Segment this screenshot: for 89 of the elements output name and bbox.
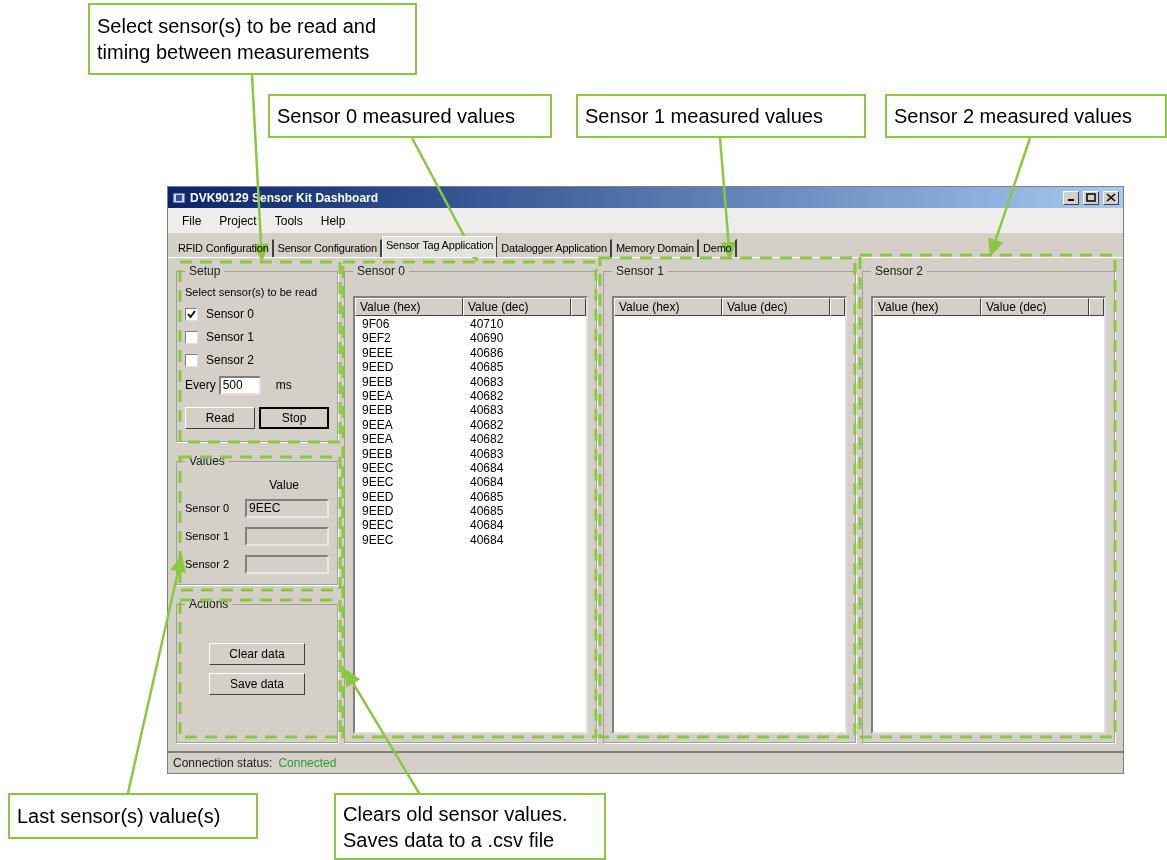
table-cell-text: 9EEB <box>361 403 394 418</box>
close-button[interactable] <box>1103 190 1119 205</box>
group-title: Setup <box>188 263 222 280</box>
checkbox-label: Sensor 2 <box>206 352 255 369</box>
table-cell-text: 9EEC <box>361 518 395 533</box>
table-cell-text: 40684 <box>469 475 505 490</box>
status-label: Connection status: <box>173 755 273 772</box>
menu-item[interactable]: Tools <box>268 211 309 230</box>
callout-text: Sensor 1 measured values <box>585 104 824 129</box>
table-cell-text: 9EEC <box>361 475 395 490</box>
sensor-label: Sensor 0 <box>185 500 230 516</box>
column-header[interactable] <box>1089 298 1104 316</box>
callout-text: timing between measurements <box>97 40 371 65</box>
maximize-button[interactable] <box>1083 190 1099 205</box>
table-cell-text: 9EEA <box>361 388 394 404</box>
group-title: Actions <box>188 596 230 613</box>
callout-text: Saves data to a .csv file <box>343 827 556 853</box>
checkbox[interactable] <box>185 353 198 367</box>
value-field: 9EEC <box>245 498 329 518</box>
callout-text: Clears old sensor values. <box>343 801 569 827</box>
table-cell-text: 9EED <box>361 360 395 375</box>
tab[interactable]: Sensor Tag Application <box>381 236 498 257</box>
sensor-label: Sensor 1 <box>185 528 230 544</box>
push-button[interactable]: Read <box>185 406 255 429</box>
table-cell-text: 40685 <box>469 360 505 375</box>
menu-item[interactable]: Project <box>213 211 263 230</box>
table-cell-text: 9F06 <box>361 317 391 332</box>
column-header[interactable]: Value (hex) <box>355 298 463 316</box>
column-header: Value <box>268 477 300 494</box>
unit-label: ms <box>275 377 292 394</box>
status-value: Connected <box>278 755 337 772</box>
table-cell-text: 9EF2 <box>361 331 392 346</box>
table-cell-text: 40683 <box>469 446 505 461</box>
menu-item[interactable]: File <box>176 211 208 230</box>
checkbox[interactable] <box>185 330 198 344</box>
tab[interactable]: Memory Domain <box>611 239 699 257</box>
table-cell-text: 40684 <box>469 532 505 548</box>
minimize-button[interactable] <box>1063 190 1079 205</box>
group-title: Sensor 2 <box>874 263 925 280</box>
table-cell-text: 9EED <box>361 504 395 519</box>
table-cell-text: 40683 <box>469 403 505 418</box>
maximize-icon <box>1086 193 1096 202</box>
table-cell-text: 40684 <box>469 460 505 476</box>
group-title: Sensor 0 <box>356 263 407 280</box>
table-cell-text: 9EED <box>361 489 395 505</box>
callout-text: Select sensor(s) to be read and <box>97 14 378 39</box>
table-cell-text: 40686 <box>469 345 505 361</box>
push-button[interactable]: Save data <box>209 673 305 695</box>
column-header[interactable]: Value (dec) <box>981 298 1089 316</box>
push-button[interactable]: Stop <box>259 406 329 429</box>
column-header[interactable] <box>830 298 845 316</box>
menu-item[interactable]: Help <box>314 211 352 230</box>
callout-text: Last sensor(s) value(s) <box>17 804 222 829</box>
table-cell-text: 40684 <box>469 518 505 533</box>
table-cell-text: 40682 <box>469 417 505 433</box>
column-header[interactable]: Value (dec) <box>722 298 830 316</box>
callout-text: Sensor 0 measured values <box>277 104 516 129</box>
table-cell-text: 9EEA <box>361 417 394 433</box>
table-cell-text: 40690 <box>469 331 505 346</box>
table-cell-text: 40683 <box>469 374 505 389</box>
sensor-label: Sensor 2 <box>185 556 230 572</box>
callout-text: Sensor 2 measured values <box>894 104 1133 129</box>
column-header[interactable]: Value (dec) <box>463 298 571 316</box>
checkbox[interactable] <box>185 307 198 321</box>
interval-label: Every <box>185 377 216 394</box>
table-cell-text: 40682 <box>469 388 505 404</box>
table-cell-text: 9EEC <box>361 532 395 548</box>
table-cell-text: 40685 <box>469 489 505 505</box>
interval-field[interactable]: 500 <box>218 375 261 395</box>
prompt-label: Select sensor(s) to be read <box>185 285 319 300</box>
table-cell-text: 9EEC <box>361 460 395 476</box>
tab[interactable]: Datalogger Application <box>497 239 612 257</box>
table-cell-text: 9EEA <box>361 432 394 447</box>
table-cell-text: 9EEB <box>361 374 394 389</box>
push-button[interactable]: Clear data <box>209 643 305 665</box>
table-cell-text: 40710 <box>469 317 505 332</box>
checkbox-label: Sensor 1 <box>206 329 255 346</box>
checkbox-label: Sensor 0 <box>206 306 255 323</box>
column-header[interactable]: Value (hex) <box>873 298 981 316</box>
column-header[interactable]: Value (hex) <box>614 298 722 316</box>
app-icon <box>172 190 186 205</box>
column-header[interactable] <box>571 298 586 316</box>
group-title: Values <box>188 453 226 470</box>
table-cell-text: 40682 <box>469 432 505 447</box>
group-title: Sensor 1 <box>615 263 666 280</box>
table-cell-text: 9EEB <box>361 446 394 461</box>
table-cell-text: 9EEE <box>361 345 394 361</box>
close-icon <box>1106 193 1116 202</box>
table-cell-text: 40685 <box>469 504 505 519</box>
